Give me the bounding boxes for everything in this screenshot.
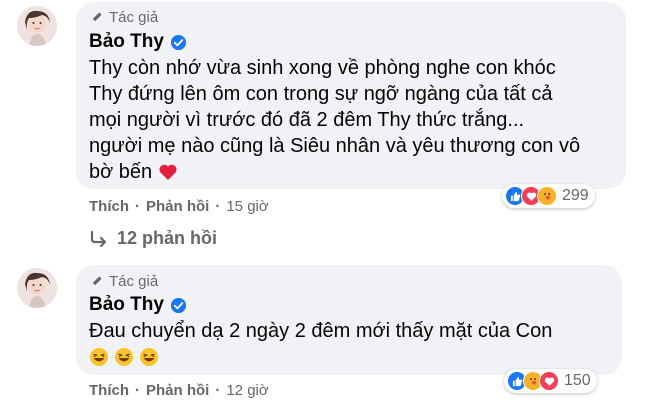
comment-text: Thy còn nhớ vừa sinh xong về phòng nghe … xyxy=(89,55,580,185)
comment-line: mọi người vì trước đó đã 2 đêm Thy thức … xyxy=(89,109,525,131)
verified-badge-icon xyxy=(170,34,187,50)
verified-badge-icon xyxy=(170,297,187,313)
author-name[interactable]: Bảo Thy xyxy=(89,31,187,53)
view-replies-label[interactable]: 12 phản hồi xyxy=(117,228,217,249)
reaction-count: 299 xyxy=(562,187,589,204)
love-icon xyxy=(539,371,559,391)
author-badge: Tác giả xyxy=(89,273,158,290)
author-pen-icon xyxy=(90,276,102,288)
author-name-text[interactable]: Bảo Thy xyxy=(89,31,164,53)
author-pen-icon xyxy=(90,12,102,24)
laughing-icon xyxy=(115,348,133,366)
comment-actions: Thích · Phản hồi · 15 giờ xyxy=(89,198,269,215)
comment-actions: Thích · Phản hồi · 12 giờ xyxy=(89,382,269,399)
comment-line: Thy còn nhớ vừa sinh xong về phòng nghe … xyxy=(89,57,556,79)
author-tag-label: Tác giả xyxy=(109,9,159,26)
author-badge: Tác giả xyxy=(89,9,158,26)
comment-line: bờ bến xyxy=(89,159,580,185)
avatar[interactable] xyxy=(17,268,57,308)
laughing-icon xyxy=(90,348,108,366)
comment-text: Đau chuyển dạ 2 ngày 2 đêm mới thấy mặt … xyxy=(89,318,552,344)
reaction-summary[interactable]: 150 xyxy=(504,369,597,393)
separator: · xyxy=(135,198,140,215)
comment-timestamp[interactable]: 15 giờ xyxy=(226,198,268,215)
like-button[interactable]: Thích xyxy=(89,198,129,215)
reply-button[interactable]: Phản hồi xyxy=(146,382,209,399)
author-name-text[interactable]: Bảo Thy xyxy=(89,294,164,316)
comment-line: người mẹ nào cũng là Siêu nhân và yêu th… xyxy=(89,135,581,157)
laughing-icon xyxy=(140,348,158,366)
avatar[interactable] xyxy=(17,6,57,46)
care-icon xyxy=(537,186,557,206)
comment-line-text: bờ bến xyxy=(89,161,153,183)
separator: · xyxy=(215,198,221,215)
like-button[interactable]: Thích xyxy=(89,382,129,399)
view-replies-link[interactable]: 12 phản hồi xyxy=(89,228,217,249)
author-tag-label: Tác giả xyxy=(109,273,159,290)
reaction-summary[interactable]: 299 xyxy=(502,184,595,208)
author-name[interactable]: Bảo Thy xyxy=(89,294,187,316)
separator: · xyxy=(215,382,221,399)
comment-line: Đau chuyển dạ 2 ngày 2 đêm mới thấy mặt … xyxy=(89,320,553,342)
comment-line: Thy đứng lên ôm con trong sự ngỡ ngàng c… xyxy=(89,83,553,105)
heart-icon xyxy=(159,164,177,180)
comment-timestamp[interactable]: 12 giờ xyxy=(226,382,268,399)
reaction-count: 150 xyxy=(564,372,591,389)
reply-arrow-icon xyxy=(90,230,107,247)
separator: · xyxy=(135,382,140,399)
emoji-row xyxy=(89,347,159,367)
reply-button[interactable]: Phản hồi xyxy=(146,198,209,215)
